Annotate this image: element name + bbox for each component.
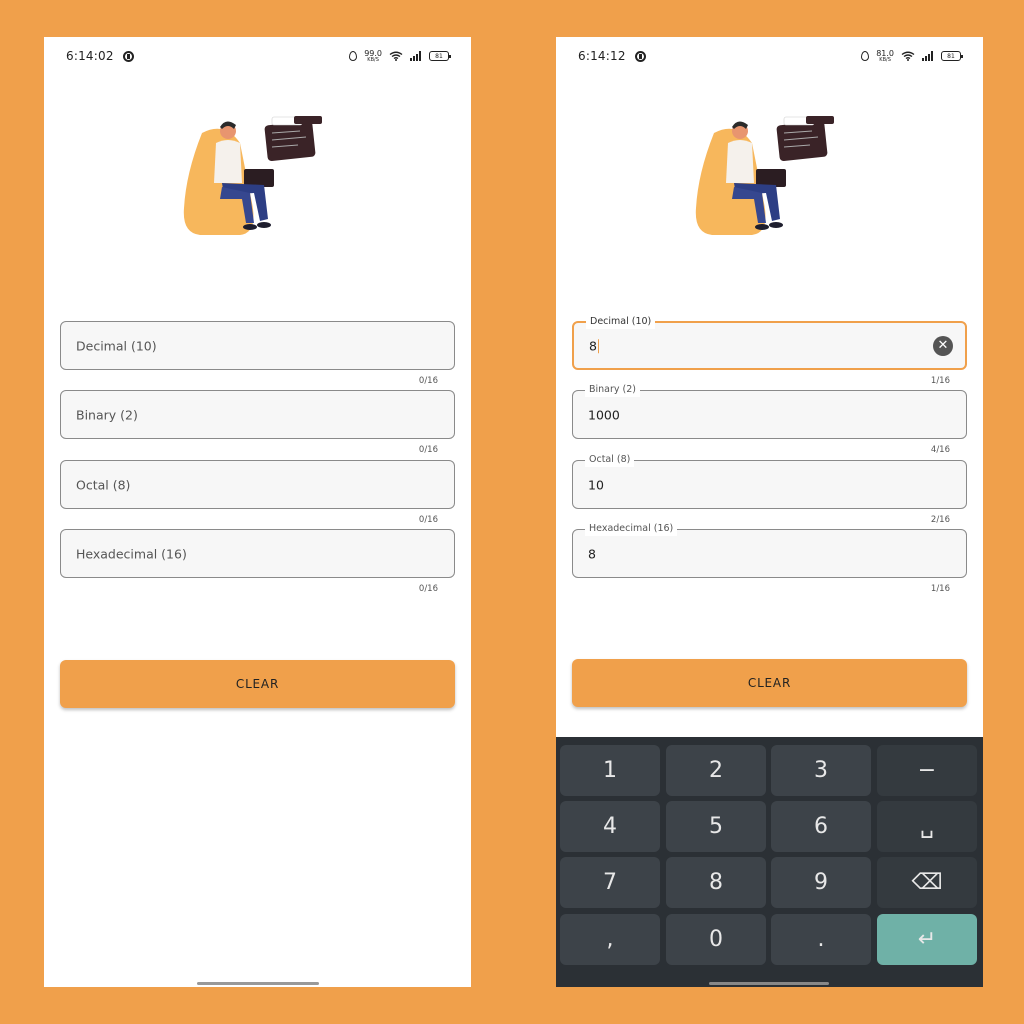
numeric-keyboard: 1 2 3 − 4 5 6 ␣ 7 8 9 ⌫ , 0 . ↵	[556, 737, 983, 987]
key-2[interactable]: 2	[666, 745, 766, 796]
key-5[interactable]: 5	[666, 801, 766, 852]
binary-input[interactable]: Binary (2) 1000	[572, 383, 967, 439]
clear-text-icon[interactable]: ✕	[933, 335, 953, 356]
data-saver-icon	[861, 51, 870, 61]
decimal-value: 8	[589, 337, 597, 353]
status-time: 6:14:12	[578, 49, 626, 63]
binary-label: Binary (2)	[585, 383, 641, 397]
key-period[interactable]: .	[771, 914, 871, 965]
clear-button[interactable]: CLEAR	[60, 660, 455, 708]
home-indicator[interactable]	[197, 982, 319, 985]
decimal-placeholder: Decimal (10)	[76, 338, 157, 353]
hexadecimal-counter: 0/16	[418, 584, 438, 594]
hexadecimal-label: Hexadecimal (16)	[585, 522, 678, 536]
signal-icon	[922, 51, 934, 61]
key-0[interactable]: 0	[666, 914, 766, 965]
key-1[interactable]: 1	[560, 745, 660, 796]
developer-illustration	[183, 116, 322, 235]
binary-input[interactable]: Binary (2)	[60, 390, 455, 439]
data-saver-icon	[349, 51, 358, 61]
key-7[interactable]: 7	[560, 857, 660, 908]
decimal-input[interactable]: Decimal (10)	[60, 321, 455, 370]
key-minus[interactable]: −	[877, 745, 977, 796]
hexadecimal-placeholder: Hexadecimal (16)	[76, 546, 187, 561]
key-space[interactable]: ␣	[877, 801, 977, 852]
status-time: 6:14:02	[66, 49, 114, 63]
developer-illustration	[695, 116, 834, 235]
enter-key[interactable]: ↵	[877, 914, 977, 965]
key-8[interactable]: 8	[666, 857, 766, 908]
binary-value: 1000	[588, 407, 620, 422]
octal-value: 10	[588, 477, 604, 492]
battery-icon: 81	[941, 51, 963, 61]
key-3[interactable]: 3	[771, 745, 871, 796]
wifi-icon	[389, 51, 403, 61]
octal-placeholder: Octal (8)	[76, 477, 131, 492]
key-6[interactable]: 6	[771, 801, 871, 852]
key-4[interactable]: 4	[560, 801, 660, 852]
octal-input[interactable]: Octal (8) 10	[572, 453, 967, 509]
key-comma[interactable]: ,	[560, 914, 660, 965]
hexadecimal-input[interactable]: Hexadecimal (16) 8	[572, 522, 967, 578]
network-speed: 99.0 KB/S	[364, 48, 382, 63]
text-cursor	[597, 339, 600, 354]
home-indicator[interactable]	[709, 982, 829, 985]
status-bar: 6:14:02 99.0 KB/S 81	[44, 37, 471, 75]
decimal-input[interactable]: Decimal (10) 8 ✕	[572, 314, 967, 370]
phone-screen-empty: 6:14:02 99.0 KB/S 81 Decimal (10) 0/16 B…	[44, 37, 471, 987]
binary-counter: 4/16	[930, 445, 950, 455]
binary-placeholder: Binary (2)	[76, 407, 138, 422]
octal-counter: 0/16	[418, 515, 438, 525]
octal-label: Octal (8)	[585, 453, 635, 467]
decimal-label: Decimal (10)	[586, 314, 656, 329]
battery-icon: 81	[429, 51, 451, 61]
status-bar: 6:14:12 81.0 KB/S 81	[556, 37, 983, 75]
octal-counter: 2/16	[930, 515, 950, 525]
signal-icon	[410, 51, 422, 61]
network-speed: 81.0 KB/S	[876, 48, 894, 63]
decimal-counter: 1/16	[930, 376, 950, 386]
phone-screen-filled: 6:14:12 81.0 KB/S 81 Decimal (10) 8 ✕ 1/…	[556, 37, 983, 987]
backspace-key[interactable]: ⌫	[877, 857, 977, 908]
clear-button[interactable]: CLEAR	[572, 659, 967, 707]
binary-counter: 0/16	[418, 445, 438, 455]
notification-icon	[634, 50, 646, 62]
notification-icon	[122, 50, 134, 62]
hexadecimal-value: 8	[588, 546, 596, 561]
decimal-counter: 0/16	[418, 376, 438, 386]
key-9[interactable]: 9	[771, 857, 871, 908]
hexadecimal-counter: 1/16	[930, 584, 950, 594]
hexadecimal-input[interactable]: Hexadecimal (16)	[60, 529, 455, 578]
octal-input[interactable]: Octal (8)	[60, 460, 455, 509]
wifi-icon	[901, 51, 915, 61]
